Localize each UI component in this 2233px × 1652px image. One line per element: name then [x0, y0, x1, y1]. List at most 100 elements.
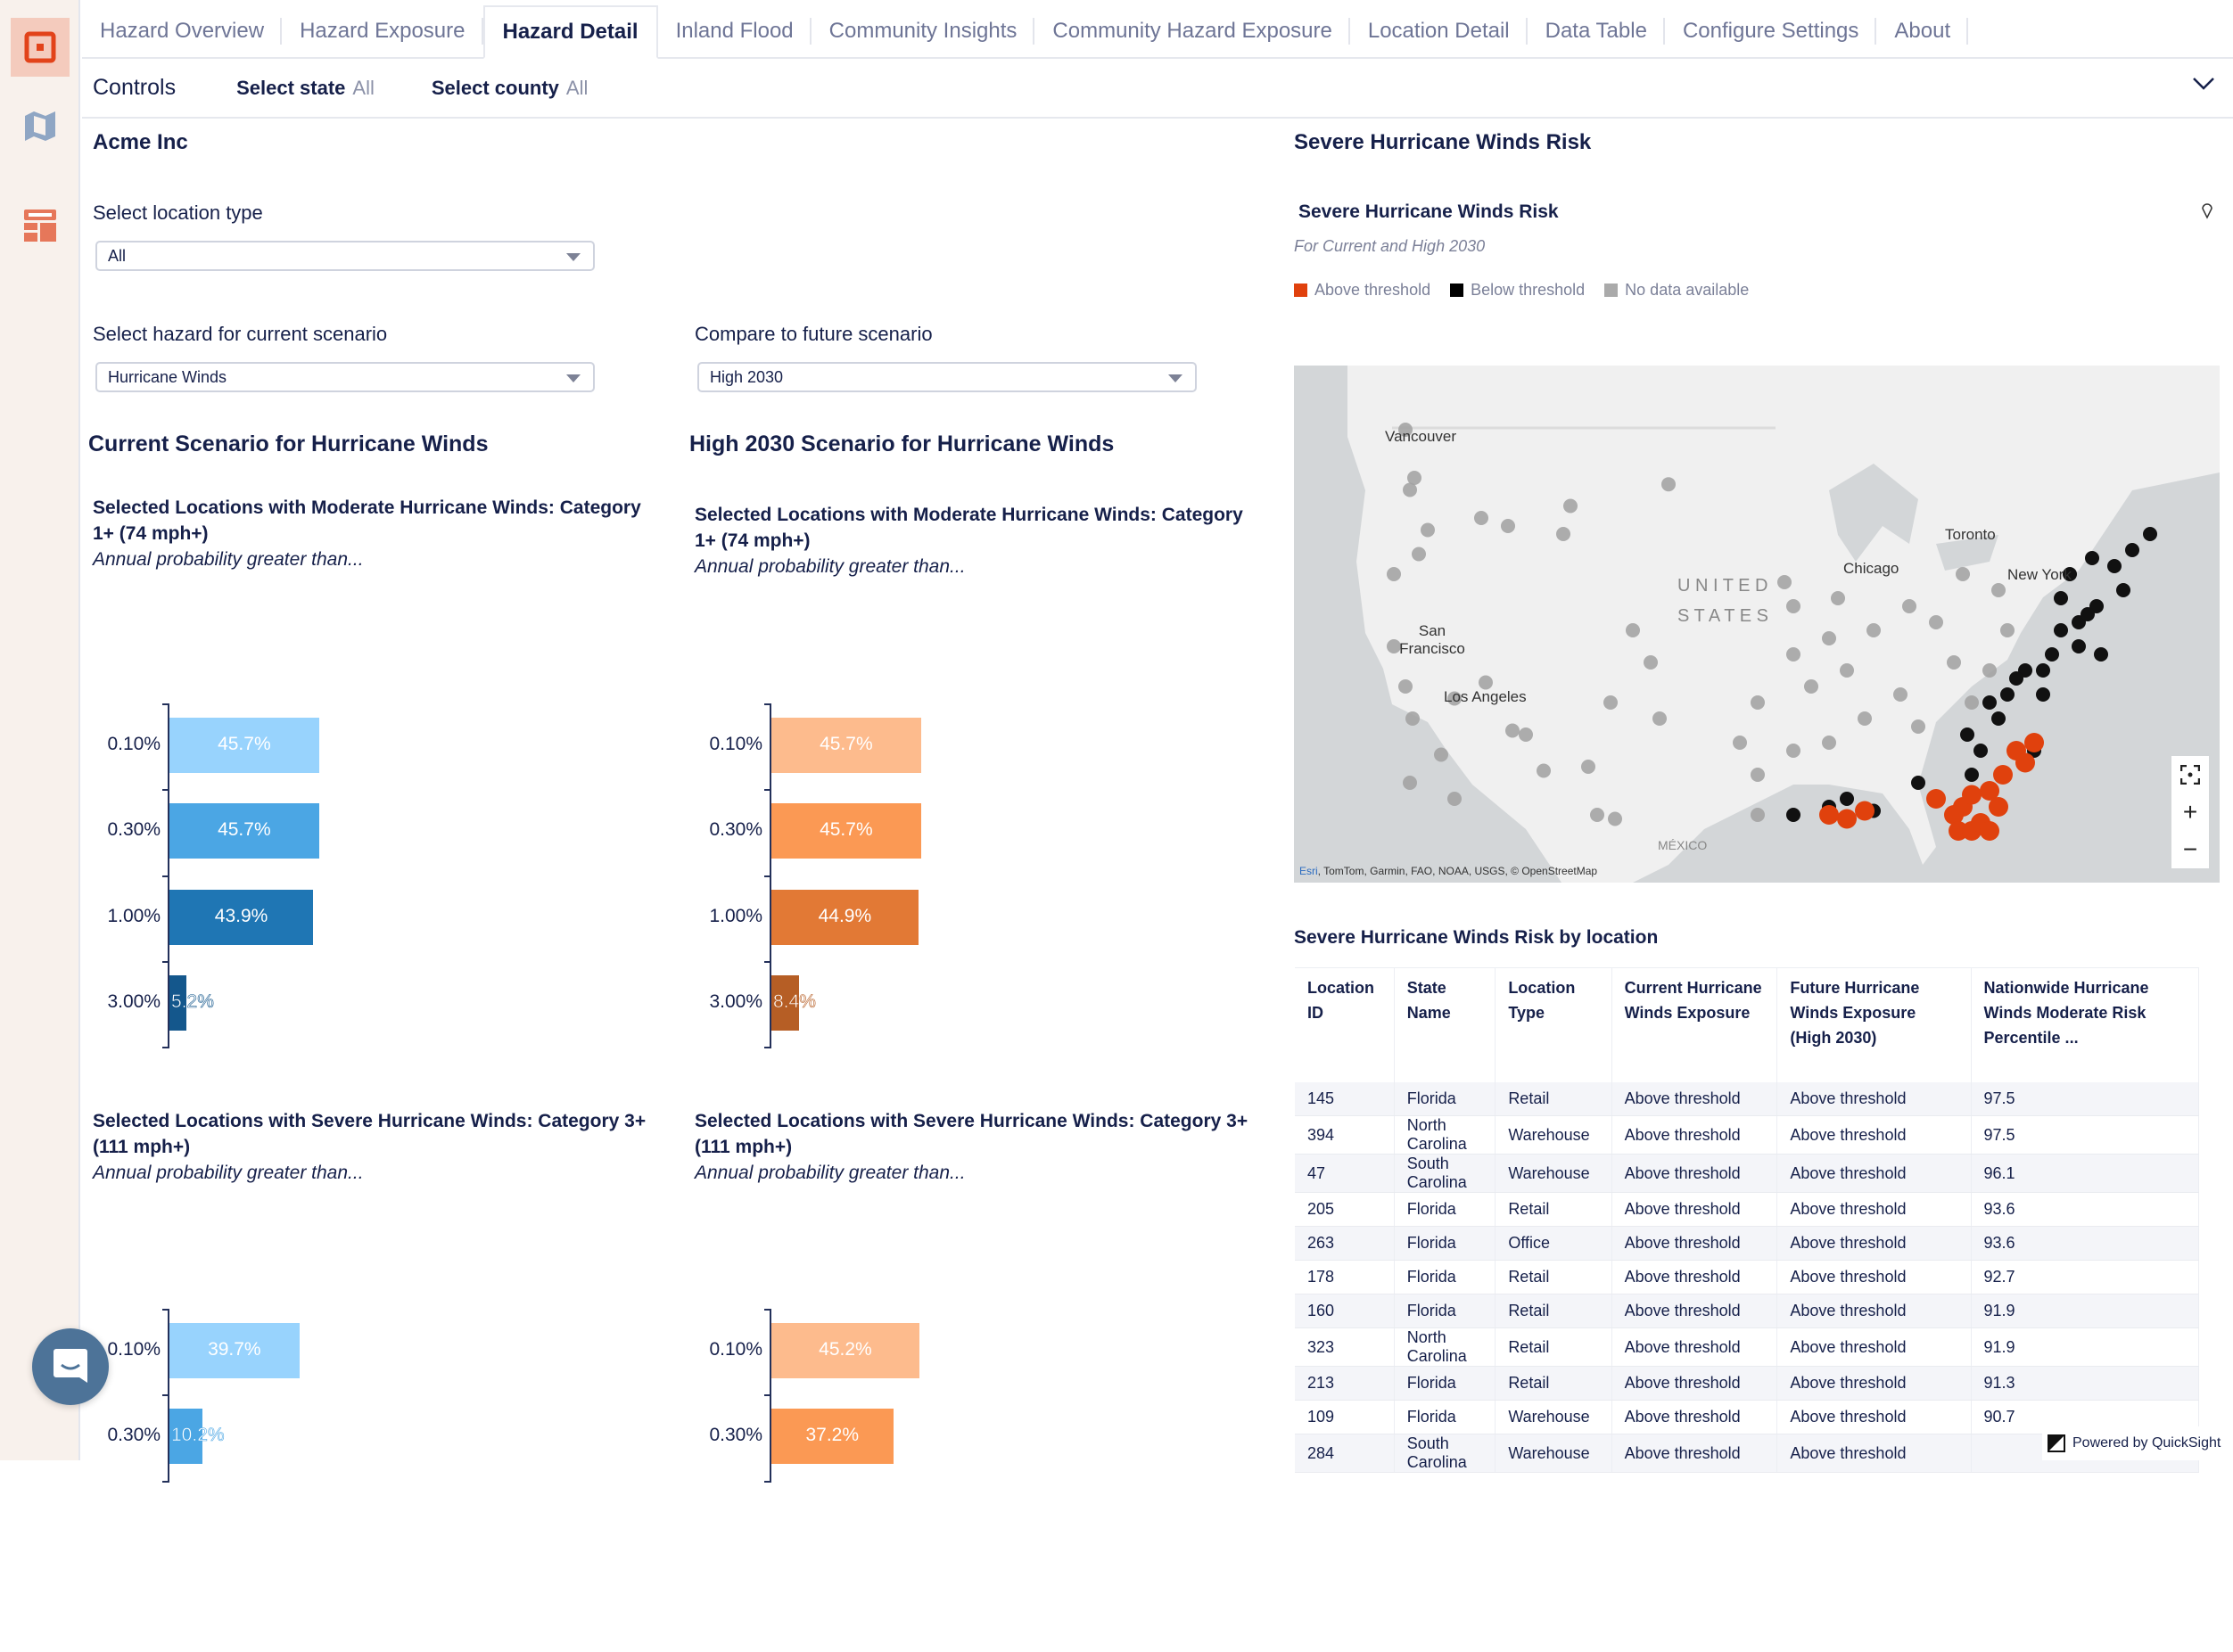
zoom-in-button[interactable]: +: [2171, 793, 2209, 831]
location-dot-below[interactable]: [1991, 711, 2006, 726]
table-row[interactable]: 47 South Carolina Warehouse Above threshold…: [1295, 1154, 2200, 1193]
legend-item-above[interactable]: Above threshold: [1294, 281, 1430, 300]
location-dot-below[interactable]: [2036, 663, 2050, 678]
table-row[interactable]: 394 North Carolina Warehouse Above threshol…: [1295, 1115, 2200, 1155]
location-dot-below[interactable]: [2125, 543, 2139, 557]
location-dot-nodata[interactable]: [1929, 615, 1943, 629]
location-dot-below[interactable]: [1973, 744, 1988, 758]
select-county-control[interactable]: Select county All: [432, 77, 589, 100]
location-dot-below[interactable]: [1965, 768, 1979, 782]
location-dot-above[interactable]: [1993, 765, 2013, 785]
tab-hazard-overview[interactable]: Hazard Overview: [82, 5, 283, 57]
location-dot-above[interactable]: [1855, 801, 1875, 821]
location-dot-nodata[interactable]: [1982, 663, 1997, 678]
tab-hazard-exposure[interactable]: Hazard Exposure: [282, 5, 483, 57]
location-dot-nodata[interactable]: [1751, 695, 1765, 710]
location-dot-nodata[interactable]: [1777, 575, 1792, 589]
column-header[interactable]: Current Hurricane Winds Exposure: [1611, 967, 1778, 1082]
location-dot-nodata[interactable]: [1405, 711, 1420, 726]
location-dot-below[interactable]: [2054, 623, 2068, 637]
column-header[interactable]: Location Type: [1495, 967, 1612, 1082]
location-dot-above[interactable]: [1962, 785, 1982, 805]
location-dot-nodata[interactable]: [1866, 623, 1881, 637]
location-dot-nodata[interactable]: [1947, 655, 1961, 670]
location-dot-nodata[interactable]: [1398, 679, 1413, 694]
location-dot-below[interactable]: [1840, 792, 1854, 806]
location-dot-below[interactable]: [2036, 687, 2050, 702]
tab-hazard-detail[interactable]: Hazard Detail: [482, 5, 658, 59]
location-dot-nodata[interactable]: [1822, 631, 1836, 645]
map-view[interactable]: Vancouver San Francisco Los Angeles U N …: [1294, 366, 2220, 883]
location-dot-nodata[interactable]: [1902, 599, 1916, 613]
location-dot-below[interactable]: [2000, 687, 2015, 702]
location-dot-nodata[interactable]: [1447, 792, 1462, 806]
location-dot-nodata[interactable]: [1893, 687, 1908, 702]
table-row[interactable]: 178 Florida Retail Above threshold Above thr…: [1295, 1260, 2200, 1294]
tab-configure-settings[interactable]: Configure Settings: [1665, 5, 1877, 57]
location-dot-nodata[interactable]: [1661, 477, 1676, 492]
location-dot-nodata[interactable]: [1474, 511, 1488, 525]
location-dot-nodata[interactable]: [1822, 736, 1836, 750]
location-dot-below[interactable]: [1911, 776, 1925, 790]
location-dot-below[interactable]: [2085, 551, 2099, 565]
map-pin-icon[interactable]: [2201, 201, 2213, 219]
location-dot-nodata[interactable]: [1991, 583, 2006, 597]
table-row[interactable]: 205 Florida Retail Above threshold Above thr…: [1295, 1192, 2200, 1227]
location-dot-below[interactable]: [2072, 639, 2086, 653]
location-dot-nodata[interactable]: [1911, 719, 1925, 734]
location-dot-above[interactable]: [2015, 752, 2035, 773]
location-dot-nodata[interactable]: [1537, 763, 1551, 778]
location-dot-above[interactable]: [1980, 821, 1999, 841]
zoom-out-button[interactable]: −: [2171, 831, 2209, 868]
powered-by-badge[interactable]: Powered by QuickSight: [2042, 1426, 2233, 1460]
column-header[interactable]: State Name: [1394, 967, 1496, 1082]
location-dot-nodata[interactable]: [1858, 711, 1872, 726]
location-dot-above[interactable]: [1989, 797, 2008, 817]
sidebar-item-map[interactable]: [11, 96, 70, 155]
location-dot-below[interactable]: [1960, 727, 1974, 742]
location-dot-nodata[interactable]: [1519, 727, 1533, 742]
location-dot-nodata[interactable]: [1831, 591, 1845, 605]
location-dot-nodata[interactable]: [1626, 623, 1640, 637]
location-dot-nodata[interactable]: [1786, 599, 1800, 613]
column-header[interactable]: Nationwide Hurricane Winds Moderate Risk…: [1971, 967, 2200, 1082]
recenter-button[interactable]: [2171, 756, 2209, 793]
table-row[interactable]: 145 Florida Retail Above threshold Above thr…: [1295, 1081, 2200, 1116]
column-header[interactable]: Future Hurricane Winds Exposure (High 20…: [1776, 967, 1972, 1082]
location-dot-nodata[interactable]: [1786, 647, 1800, 662]
future-scenario-select[interactable]: High 2030: [697, 362, 1197, 392]
location-dot-above[interactable]: [1837, 809, 1857, 829]
tab-about[interactable]: About: [1876, 5, 1969, 57]
location-dot-nodata[interactable]: [1403, 482, 1417, 497]
location-dot-above[interactable]: [2024, 733, 2044, 752]
location-dot-below[interactable]: [2143, 527, 2157, 541]
tab-data-table[interactable]: Data Table: [1528, 5, 1665, 57]
location-dot-below[interactable]: [2054, 591, 2068, 605]
location-dot-below[interactable]: [1982, 695, 1997, 710]
location-dot-nodata[interactable]: [1556, 527, 1570, 541]
table-row[interactable]: 323 North Carolina Retail Above threshold Ab…: [1295, 1327, 2200, 1367]
location-dot-above[interactable]: [1926, 789, 1946, 809]
location-dot-nodata[interactable]: [1505, 723, 1520, 738]
table-row[interactable]: 263 Florida Office Above threshold Above thr…: [1295, 1226, 2200, 1261]
location-dot-nodata[interactable]: [1804, 679, 1818, 694]
table-row[interactable]: 213 Florida Retail Above threshold Above thr…: [1295, 1366, 2200, 1401]
chevron-down-icon[interactable]: [2192, 77, 2215, 91]
location-dot-nodata[interactable]: [1751, 808, 1765, 822]
location-dot-nodata[interactable]: [1965, 695, 1979, 710]
location-dot-nodata[interactable]: [1581, 760, 1595, 774]
chat-button[interactable]: [32, 1328, 109, 1405]
location-dot-nodata[interactable]: [1563, 498, 1578, 514]
column-header[interactable]: Location ID: [1295, 967, 1395, 1082]
location-dot-nodata[interactable]: [1403, 776, 1417, 790]
location-dot-below[interactable]: [2045, 647, 2059, 662]
location-dot-nodata[interactable]: [2000, 623, 2015, 637]
location-dot-nodata[interactable]: [1421, 522, 1435, 538]
location-dot-below[interactable]: [2107, 559, 2122, 573]
tab-inland-flood[interactable]: Inland Flood: [658, 5, 812, 57]
select-state-control[interactable]: Select state All: [236, 77, 375, 100]
location-dot-nodata[interactable]: [1501, 519, 1515, 533]
location-dot-nodata[interactable]: [1608, 811, 1622, 826]
legend-item-below[interactable]: Below threshold: [1450, 281, 1585, 300]
location-dot-nodata[interactable]: [1590, 808, 1604, 822]
